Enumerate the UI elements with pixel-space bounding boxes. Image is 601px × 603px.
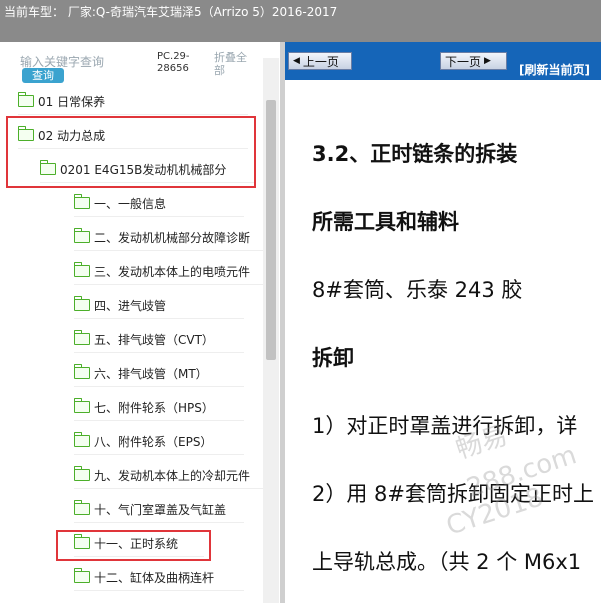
pc-code: PC.29-28656 <box>157 51 190 74</box>
folder-icon <box>74 364 90 379</box>
tree-item-cooling-components[interactable]: 九、发动机本体上的冷却元件 <box>74 462 264 489</box>
tree-item-label: 四、进气歧管 <box>94 298 167 313</box>
prev-page-button[interactable]: ◀ 上一页 <box>288 52 352 70</box>
next-page-button[interactable]: 下一页 ▶ <box>440 52 507 70</box>
tree-item-exhaust-mt[interactable]: 六、排气歧管（MT） <box>74 360 244 387</box>
tree-item-label: 九、发动机本体上的冷却元件 <box>94 468 251 483</box>
tree-item-valve-cover[interactable]: 十、气门室罩盖及气缸盖 <box>74 496 244 523</box>
folder-icon <box>18 92 34 107</box>
title-bar: 当前车型： 厂家:Q-奇瑞汽车艾瑞泽5（Arrizo 5）2016-2017 <box>0 0 601 42</box>
folder-icon <box>74 568 90 583</box>
folder-icon <box>74 228 90 243</box>
document-viewer: ◀ 上一页 下一页 ▶ [刷新当前页] 3.2、正时链条的拆装 所需工具和辅料 … <box>285 42 601 603</box>
section-heading: 3.2、正时链条的拆装 <box>312 142 518 166</box>
tree-item-daily-maintenance[interactable]: 01 日常保养 <box>18 88 248 115</box>
folder-icon <box>74 194 90 209</box>
search-button[interactable]: 查询 <box>22 68 64 83</box>
folder-icon <box>74 262 90 277</box>
viewer-toolbar: ◀ 上一页 下一页 ▶ [刷新当前页] <box>285 42 601 80</box>
tree-item-label: 十、气门室罩盖及气缸盖 <box>94 502 227 517</box>
highlight-box <box>6 116 256 188</box>
tree-item-label: 七、附件轮系（HPS） <box>94 400 214 415</box>
tree-item-label: 十二、缸体及曲柄连杆 <box>94 570 215 585</box>
collapse-all-button[interactable]: 折叠全部 <box>214 51 256 77</box>
step-1-text: 1）对正时罩盖进行拆卸，详 <box>312 414 578 438</box>
scrollbar-thumb[interactable] <box>266 100 276 360</box>
tree-item-cylinder-block[interactable]: 十二、缸体及曲柄连杆 <box>74 564 244 591</box>
tree-item-label: 八、附件轮系（EPS） <box>94 434 213 449</box>
tree-item-exhaust-cvt[interactable]: 五、排气歧管（CVT） <box>74 326 244 353</box>
tools-heading: 所需工具和辅料 <box>312 210 459 234</box>
tools-text: 8#套筒、乐泰 243 胶 <box>312 278 523 302</box>
tree-item-label: 三、发动机本体上的电喷元件 <box>94 264 251 279</box>
tree-item-intake-manifold[interactable]: 四、进气歧管 <box>74 292 244 319</box>
tree-item-label: 01 日常保养 <box>38 94 106 109</box>
tree-item-label: 五、排气歧管（CVT） <box>94 332 214 347</box>
tree-item-accessory-eps[interactable]: 八、附件轮系（EPS） <box>74 428 244 455</box>
highlight-box <box>56 530 211 561</box>
step-2-text: 2）用 8#套筒拆卸固定正时上 <box>312 482 594 506</box>
tree-item-diagnosis[interactable]: 二、发动机机械部分故障诊断 <box>74 224 264 251</box>
refresh-page-link[interactable]: [刷新当前页] <box>519 61 590 78</box>
folder-icon <box>74 466 90 481</box>
removal-heading: 拆卸 <box>312 346 354 370</box>
tree-item-label: 一、一般信息 <box>94 196 167 211</box>
tree-item-efi-components[interactable]: 三、发动机本体上的电喷元件 <box>74 258 264 285</box>
folder-icon <box>74 398 90 413</box>
step-2-continued: 上导轨总成。（共 2 个 M6x1 <box>312 550 582 574</box>
folder-icon <box>74 432 90 447</box>
tree-item-accessory-hps[interactable]: 七、附件轮系（HPS） <box>74 394 244 421</box>
tree-item-general-info[interactable]: 一、一般信息 <box>74 190 244 217</box>
folder-icon <box>74 500 90 515</box>
folder-icon <box>74 296 90 311</box>
sidebar: 输入关键字查询 查询 PC.29-28656 折叠全部 01 日常保养 02 动… <box>0 42 280 603</box>
folder-icon <box>74 330 90 345</box>
right-arrow-icon: ▶ <box>484 56 491 66</box>
window-title: 当前车型： 厂家:Q-奇瑞汽车艾瑞泽5（Arrizo 5）2016-2017 <box>4 5 338 19</box>
left-arrow-icon: ◀ <box>293 56 300 66</box>
tree-item-label: 二、发动机机械部分故障诊断 <box>94 230 251 245</box>
tree-item-label: 六、排气歧管（MT） <box>94 366 208 381</box>
